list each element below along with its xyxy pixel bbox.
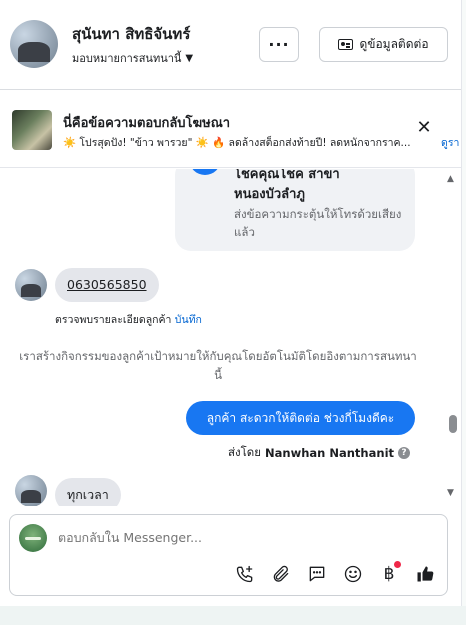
customer-avatar[interactable] — [15, 475, 47, 506]
assign-label: มอบหมายการสนทนานี้ — [72, 52, 182, 65]
call-add-icon[interactable] — [234, 563, 256, 585]
emoji-icon[interactable] — [342, 563, 364, 585]
ad-thumbnail[interactable] — [12, 110, 52, 150]
sent-by-line: ส่งโดย Nanwhan Nanthanit ? — [228, 444, 411, 462]
view-contact-info-button[interactable]: ดูข้อมูลติดต่อ — [319, 27, 448, 62]
incoming-message-last[interactable]: ทุกเวลา — [55, 478, 121, 506]
baht-symbol: ฿ — [383, 564, 395, 584]
call-prompt-icon — [189, 169, 221, 175]
call-prompt-card: โชคคุณโชค สาขาหนองบัวลำภู ส่งข้อความกระต… — [175, 169, 415, 251]
detail-text: ตรวจพบรายละเอียดลูกค้า — [55, 314, 172, 326]
system-message: เราสร้างกิจกรรมของลูกค้าเป้าหมายให้กับคุ… — [19, 349, 417, 382]
view-contact-info-label: ดูข้อมูลติดต่อ — [359, 37, 429, 51]
more-options-button[interactable]: ··· — [259, 27, 299, 62]
assign-conversation-dropdown[interactable]: มอบหมายการสนทนานี้ ▼ — [72, 49, 193, 67]
customer-detail-notice: ตรวจพบรายละเอียดลูกค้า บันทึก — [55, 311, 202, 328]
reply-input[interactable] — [58, 530, 428, 545]
contact-card-icon — [338, 39, 354, 50]
sent-by-prefix: ส่งโดย — [228, 445, 262, 459]
scroll-down-arrow[interactable]: ▼ — [447, 488, 454, 498]
ad-view-link[interactable]: ดูรา — [441, 134, 459, 151]
scroll-up-arrow[interactable]: ▲ — [447, 174, 454, 184]
outgoing-message[interactable]: ลูกค้า สะดวกให้ติดต่อ ช่วงกี่โมงดีคะ — [186, 401, 415, 435]
call-prompt-subtitle: ส่งข้อความกระตุ้นให้โทรด้วยเสียงแล้ว — [234, 207, 402, 239]
message-thread[interactable]: โชคคุณโชค สาขาหนองบัวลำภู ส่งข้อความกระต… — [0, 169, 466, 506]
composer-toolbar: ฿ — [234, 561, 436, 585]
ad-reply-text: ☀️ โปรสุดปัง! "ข้าว พารวย" ☀️ 🔥 ลดล้างสต… — [63, 137, 411, 149]
page-edge — [461, 0, 466, 606]
attachment-icon[interactable] — [270, 563, 292, 585]
incoming-message-phone[interactable]: 0630565850 — [55, 268, 159, 302]
customer-avatar[interactable] — [15, 269, 47, 301]
help-icon[interactable]: ? — [398, 447, 411, 459]
saved-replies-icon[interactable] — [306, 563, 328, 585]
conversation-header: สุนันทา สิทธิจันทร์ มอบหมายการสนทนานี้ ▼… — [0, 0, 466, 90]
notification-dot — [394, 561, 401, 568]
ad-reply-banner: นี่คือข้อความตอบกลับโฆษณา ☀️ โปรสุดปัง! … — [0, 92, 466, 168]
like-icon[interactable] — [414, 563, 436, 585]
ad-reply-title: นี่คือข้อความตอบกลับโฆษณา — [63, 116, 231, 131]
caret-down-icon: ▼ — [185, 52, 194, 64]
contact-avatar[interactable] — [10, 20, 58, 68]
page-avatar — [19, 524, 47, 552]
save-detail-link[interactable]: บันทึก — [175, 314, 202, 326]
bottom-strip — [0, 606, 466, 625]
phone-number-link[interactable]: 0630565850 — [67, 277, 147, 292]
call-prompt-title: โชคคุณโชค สาขาหนองบัวลำภู — [234, 169, 340, 202]
sender-name: Nanwhan Nanthanit — [265, 446, 395, 460]
contact-name[interactable]: สุนันทา สิทธิจันทร์ — [72, 22, 190, 46]
close-icon[interactable]: ✕ — [414, 118, 434, 138]
payment-icon[interactable]: ฿ — [378, 561, 401, 585]
scrollbar-thumb[interactable] — [449, 415, 457, 433]
reply-composer: ฿ — [9, 514, 448, 596]
